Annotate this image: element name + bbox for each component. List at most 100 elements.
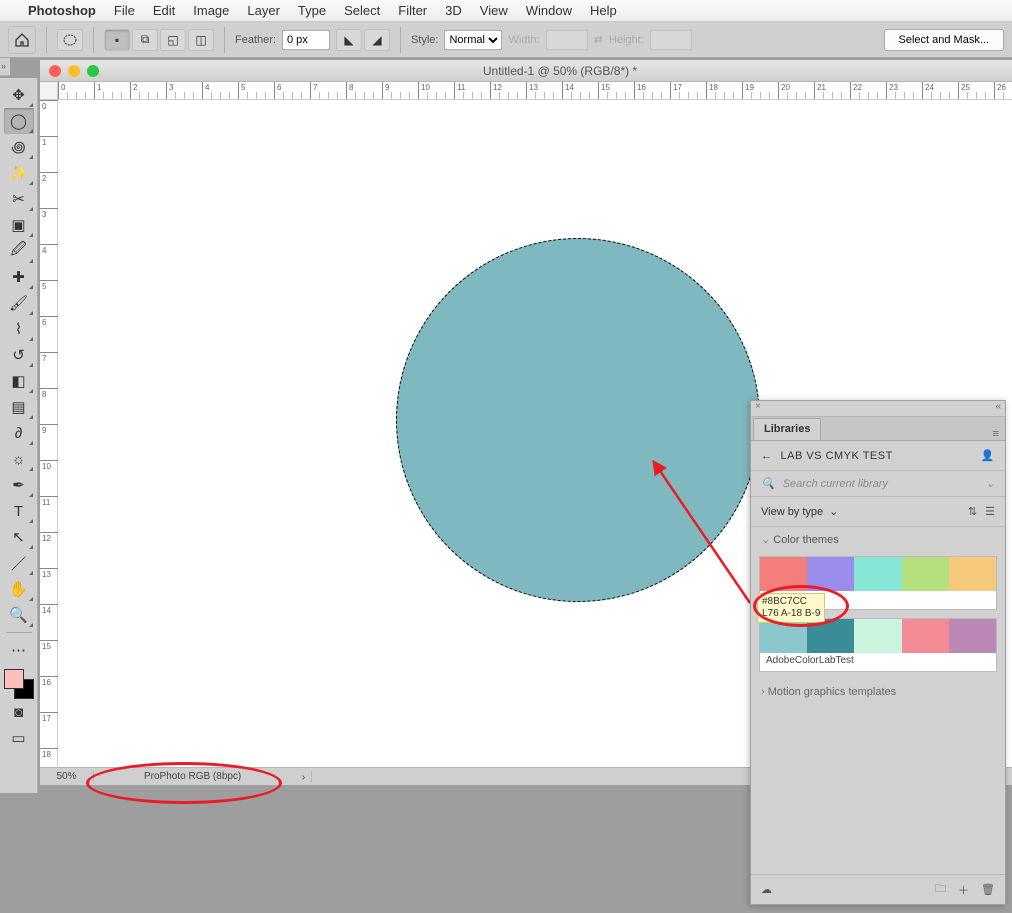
panel-collapse-strip[interactable] bbox=[0, 58, 10, 76]
tool-move[interactable]: ✥ bbox=[4, 82, 34, 108]
panel-menu-icon[interactable]: ≡ bbox=[987, 424, 1005, 440]
chevron-down-icon: ⌄ bbox=[829, 505, 838, 518]
view-by-type[interactable]: View by type bbox=[761, 506, 823, 518]
sort-icon[interactable]: ⇅ bbox=[968, 505, 977, 518]
foreground-color[interactable] bbox=[4, 669, 24, 689]
trash-icon[interactable]: 🗑 bbox=[981, 883, 995, 896]
menu-view[interactable]: View bbox=[480, 3, 508, 18]
tool-zoom[interactable]: 🔍 bbox=[4, 602, 34, 628]
tooltip-lab: L76 A-18 B-9 bbox=[762, 608, 820, 620]
height-label: Height: bbox=[609, 34, 644, 46]
elliptical-selection[interactable] bbox=[396, 238, 760, 602]
section-color-themes[interactable]: Color themes bbox=[773, 534, 838, 546]
swatch[interactable] bbox=[760, 557, 807, 591]
tool-hand[interactable]: ✋ bbox=[4, 576, 34, 602]
width-label: Width: bbox=[508, 34, 539, 46]
selection-add-icon[interactable]: ⧉ bbox=[132, 29, 158, 51]
libraries-panel: × « Libraries ≡ ← LAB VS CMYK TEST 👤 🔍 Se… bbox=[750, 400, 1006, 905]
zoom-level[interactable]: 50% bbox=[40, 771, 94, 782]
tool-marquee-ellipse[interactable]: ◯ bbox=[4, 108, 34, 134]
menu-select[interactable]: Select bbox=[344, 3, 380, 18]
menu-filter[interactable]: Filter bbox=[398, 3, 427, 18]
folder-icon[interactable]: 🗀 bbox=[935, 880, 946, 899]
tool-blur[interactable]: ∂ bbox=[4, 420, 34, 446]
tool-indicator-icon[interactable] bbox=[57, 29, 83, 51]
style-label: Style: bbox=[411, 34, 439, 46]
swatch[interactable] bbox=[854, 619, 901, 653]
panel-collapse-icon[interactable]: « bbox=[995, 401, 1001, 416]
swatch[interactable] bbox=[760, 619, 807, 653]
quick-mask-icon[interactable]: ◙ bbox=[4, 699, 34, 725]
menu-3d[interactable]: 3D bbox=[445, 3, 462, 18]
tool-dodge[interactable]: ☼ bbox=[4, 446, 34, 472]
menu-image[interactable]: Image bbox=[193, 3, 229, 18]
document-title: Untitled-1 @ 50% (RGB/8*) * bbox=[108, 64, 1012, 78]
edit-toolbar[interactable]: ⋯ bbox=[4, 637, 34, 663]
add-icon[interactable]: ＋ bbox=[958, 882, 969, 898]
tool-crop[interactable]: ✂ bbox=[4, 186, 34, 212]
color-profile[interactable]: ProPhoto RGB (8bpc) bbox=[94, 771, 312, 782]
style-select[interactable]: Normal bbox=[444, 30, 502, 50]
swatch[interactable] bbox=[949, 619, 996, 653]
ruler-vertical[interactable]: 0123456789101112131415161718 bbox=[40, 100, 58, 767]
back-icon[interactable]: ← bbox=[761, 450, 773, 462]
antialias-icon[interactable]: ◣ bbox=[336, 29, 362, 51]
tab-libraries[interactable]: Libraries bbox=[753, 418, 821, 440]
titlebar: Untitled-1 @ 50% (RGB/8*) * bbox=[40, 60, 1012, 82]
home-button[interactable] bbox=[8, 26, 36, 54]
tool-type[interactable]: T bbox=[4, 498, 34, 524]
user-icon[interactable]: 👤 bbox=[981, 449, 995, 462]
menu-help[interactable]: Help bbox=[590, 3, 617, 18]
tool-gradient[interactable]: ▤ bbox=[4, 394, 34, 420]
swatch[interactable] bbox=[902, 557, 949, 591]
list-view-icon[interactable]: ☰ bbox=[985, 505, 995, 518]
tool-magic-wand[interactable]: ✨ bbox=[4, 160, 34, 186]
search-chevron-icon[interactable]: ⌄ bbox=[986, 477, 995, 490]
tool-eraser[interactable]: ◧ bbox=[4, 368, 34, 394]
options-bar: ▪ ⧉ ◱ ◫ Feather: ◣ ◢ Style: Normal Width… bbox=[0, 22, 1012, 58]
swatch[interactable] bbox=[807, 619, 854, 653]
select-and-mask-button[interactable]: Select and Mask... bbox=[884, 29, 1005, 51]
menu-type[interactable]: Type bbox=[298, 3, 326, 18]
ruler-horizontal[interactable]: 0123456789101112131415161718192021222324… bbox=[58, 82, 1012, 99]
library-title[interactable]: LAB VS CMYK TEST bbox=[781, 450, 893, 462]
minimize-button[interactable] bbox=[68, 65, 80, 77]
tool-pen[interactable]: ✒ bbox=[4, 472, 34, 498]
app-name[interactable]: Photoshop bbox=[28, 3, 96, 18]
color-theme-labtest[interactable]: AdobeColorLabTest bbox=[759, 618, 997, 672]
menu-window[interactable]: Window bbox=[526, 3, 572, 18]
tool-history-brush[interactable]: ↺ bbox=[4, 342, 34, 368]
close-button[interactable] bbox=[49, 65, 61, 77]
feather-input[interactable] bbox=[282, 30, 330, 50]
tool-path-select[interactable]: ↖ bbox=[4, 524, 34, 550]
tool-eyedropper[interactable]: 🖉 bbox=[4, 238, 34, 264]
search-input[interactable]: Search current library bbox=[783, 478, 978, 490]
section-motion-graphics[interactable]: Motion graphics templates bbox=[751, 676, 1005, 708]
color-swatches[interactable] bbox=[4, 669, 34, 699]
tool-frame[interactable]: ▣ bbox=[4, 212, 34, 238]
tool-lasso[interactable]: ꩜ bbox=[4, 134, 34, 160]
menu-layer[interactable]: Layer bbox=[247, 3, 280, 18]
selection-intersect-icon[interactable]: ◫ bbox=[188, 29, 214, 51]
search-icon: 🔍 bbox=[761, 477, 775, 490]
tooltip-hex: #8BC7CC bbox=[762, 596, 820, 608]
ruler-origin[interactable] bbox=[40, 82, 58, 99]
zoom-button[interactable] bbox=[87, 65, 99, 77]
height-input bbox=[650, 30, 692, 50]
menu-file[interactable]: File bbox=[114, 3, 135, 18]
tool-stamp[interactable]: ⌇ bbox=[4, 316, 34, 342]
tool-line[interactable]: ／ bbox=[4, 550, 34, 576]
antialias2-icon[interactable]: ◢ bbox=[364, 29, 390, 51]
swatch[interactable] bbox=[807, 557, 854, 591]
swatch[interactable] bbox=[949, 557, 996, 591]
panel-close-icon[interactable]: × bbox=[755, 401, 761, 416]
menu-edit[interactable]: Edit bbox=[153, 3, 175, 18]
cloud-icon[interactable]: ☁ bbox=[761, 883, 772, 896]
swatch[interactable] bbox=[902, 619, 949, 653]
tool-healing[interactable]: ✚ bbox=[4, 264, 34, 290]
swatch[interactable] bbox=[854, 557, 901, 591]
screen-mode-icon[interactable]: ▭ bbox=[4, 725, 34, 751]
selection-subtract-icon[interactable]: ◱ bbox=[160, 29, 186, 51]
tool-brush[interactable]: 🖌 bbox=[4, 290, 34, 316]
selection-new-icon[interactable]: ▪ bbox=[104, 29, 130, 51]
